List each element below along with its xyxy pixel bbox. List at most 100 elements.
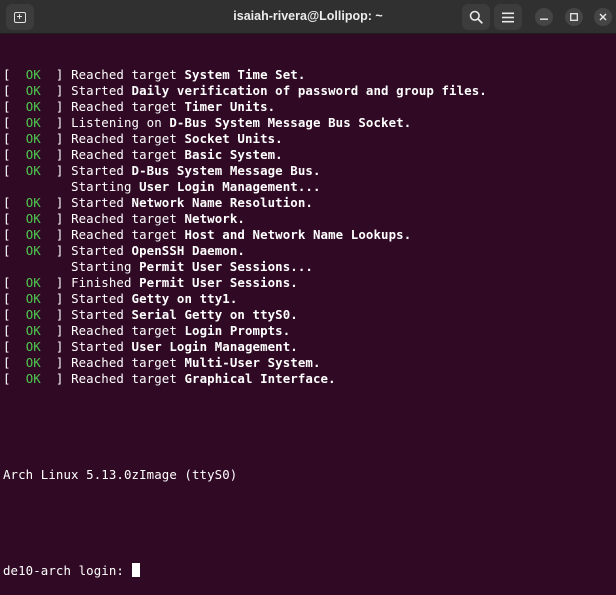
boot-unit: Network. <box>184 211 245 226</box>
boot-action: Finished <box>71 275 132 290</box>
boot-unit: System Time Set. <box>184 67 306 82</box>
status-bracket-close: ] <box>40 323 72 338</box>
close-icon <box>599 13 607 21</box>
status-bracket-close: ] <box>40 163 72 178</box>
boot-unit: Permit User Sessions. <box>139 275 298 290</box>
boot-line: [ OK ] Listening on D-Bus System Message… <box>3 115 616 131</box>
status-bracket-open: [ <box>3 163 26 178</box>
status-ok: OK <box>25 243 41 258</box>
status-bracket-open: [ <box>3 195 26 210</box>
status-bracket-open: [ <box>3 147 26 162</box>
boot-action: Started <box>71 307 124 322</box>
search-button[interactable] <box>462 4 490 30</box>
boot-action: Reached target <box>71 371 177 386</box>
status-bracket-close: ] <box>40 147 72 162</box>
boot-action: Listening on <box>71 115 162 130</box>
minimize-icon <box>540 18 548 20</box>
boot-line: [ OK ] Reached target Socket Units. <box>3 131 616 147</box>
status-bracket-open: [ <box>3 371 26 386</box>
status-bracket-close: ] <box>40 355 72 370</box>
status-bracket-open: [ <box>3 99 26 114</box>
boot-line: [ OK ] Finished Permit User Sessions. <box>3 275 616 291</box>
status-bracket-close: ] <box>40 275 72 290</box>
boot-action: Started <box>71 243 124 258</box>
maximize-icon <box>570 13 578 21</box>
status-bracket-close: ] <box>40 115 72 130</box>
boot-line: [ OK ] Started Serial Getty on ttyS0. <box>3 307 616 323</box>
status-bracket-open: [ <box>3 115 26 130</box>
status-bracket-close: ] <box>40 227 72 242</box>
status-bracket-close: ] <box>40 195 72 210</box>
status-ok: OK <box>25 275 41 290</box>
boot-unit: Daily verification of password and group… <box>131 83 487 98</box>
login-prompt: de10-arch login: <box>3 563 132 578</box>
boot-action: Reached target <box>71 211 177 226</box>
terminal-output[interactable]: [ OK ] Reached target System Time Set.[ … <box>0 35 616 578</box>
minimize-button[interactable] <box>535 8 553 26</box>
boot-unit: Login Prompts. <box>184 323 291 338</box>
status-bracket-close: ] <box>40 83 72 98</box>
status-ok: OK <box>25 339 41 354</box>
status-bracket-open: [ <box>3 355 26 370</box>
os-banner: Arch Linux 5.13.0zImage (ttyS0) <box>3 467 238 482</box>
boot-unit: OpenSSH Daemon. <box>131 243 245 258</box>
boot-line: [ OK ] Reached target System Time Set. <box>3 67 616 83</box>
boot-action: Started <box>71 163 124 178</box>
boot-line: [ OK ] Started Daily verification of pas… <box>3 83 616 99</box>
boot-line: [ OK ] Reached target Basic System. <box>3 147 616 163</box>
status-ok: OK <box>25 227 41 242</box>
boot-line: [ OK ] Started Getty on tty1. <box>3 291 616 307</box>
status-bracket-open: [ <box>3 323 26 338</box>
status-ok: OK <box>25 163 41 178</box>
boot-line: Starting User Login Management... <box>3 179 616 195</box>
status-bracket-open: [ <box>3 131 26 146</box>
boot-action: Starting <box>71 259 132 274</box>
boot-unit: Socket Units. <box>184 131 283 146</box>
status-bracket-open: [ <box>3 83 26 98</box>
boot-line: [ OK ] Reached target Multi-User System. <box>3 355 616 371</box>
boot-line: [ OK ] Reached target Host and Network N… <box>3 227 616 243</box>
status-bracket-open: [ <box>3 307 26 322</box>
boot-action: Reached target <box>71 131 177 146</box>
status-ok: OK <box>25 195 41 210</box>
status-ok: OK <box>25 355 41 370</box>
close-button[interactable] <box>594 8 612 26</box>
status-bracket-close: ] <box>40 307 72 322</box>
status-bracket-close: ] <box>40 67 72 82</box>
boot-unit: D-Bus System Message Bus Socket. <box>169 115 412 130</box>
status-bracket-open: [ <box>3 291 26 306</box>
status-bracket-close: ] <box>40 131 72 146</box>
boot-action: Started <box>71 83 124 98</box>
menu-button[interactable] <box>494 4 522 30</box>
boot-action: Reached target <box>71 227 177 242</box>
boot-action: Started <box>71 195 124 210</box>
status-bracket-open: [ <box>3 211 26 226</box>
status-ok: OK <box>25 147 41 162</box>
status-ok: OK <box>25 115 41 130</box>
hamburger-menu-icon <box>502 12 514 22</box>
boot-unit: Graphical Interface. <box>184 371 336 386</box>
status-bracket-close: ] <box>40 243 72 258</box>
boot-unit: Permit User Sessions... <box>139 259 313 274</box>
boot-unit: Getty on tty1. <box>131 291 238 306</box>
boot-unit: Host and Network Name Lookups. <box>184 227 412 242</box>
login-line[interactable]: de10-arch login: <box>3 563 616 579</box>
boot-action: Starting <box>71 179 132 194</box>
status-padding <box>3 179 71 194</box>
maximize-button[interactable] <box>565 8 583 26</box>
status-bracket-open: [ <box>3 243 26 258</box>
status-bracket-close: ] <box>40 211 72 226</box>
status-ok: OK <box>25 307 41 322</box>
status-bracket-open: [ <box>3 67 26 82</box>
